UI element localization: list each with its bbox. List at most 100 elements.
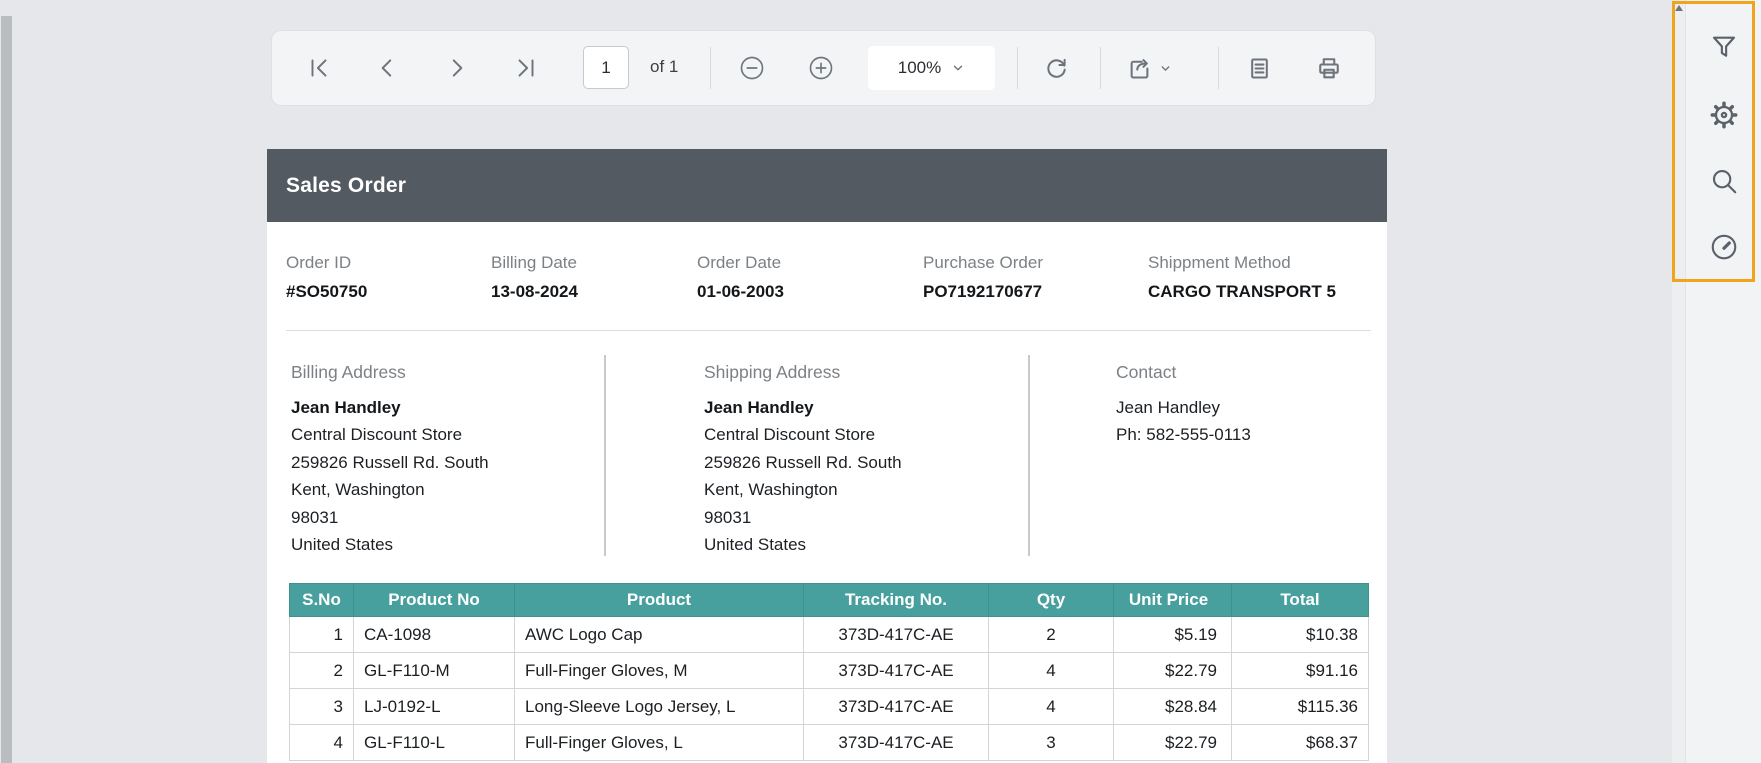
print-layout-button[interactable]: [1242, 51, 1276, 85]
field-label: Billing Date: [491, 253, 577, 272]
shipping-line: United States: [704, 535, 807, 555]
print-layout-icon: [1246, 55, 1273, 82]
cell-total: $91.16: [1231, 652, 1369, 689]
cell-unit-price: $5.19: [1113, 616, 1232, 653]
chevron-down-icon: [1159, 62, 1172, 75]
billing-line: United States: [291, 535, 394, 555]
shipping-address-block: Shipping Address Jean Handley Central Di…: [704, 360, 902, 558]
cell-unit-price: $22.79: [1113, 724, 1232, 761]
scrollbar-thumb[interactable]: [1, 16, 12, 763]
zoom-in-button[interactable]: [804, 51, 838, 85]
field-order-id: Order ID #SO50750: [286, 252, 367, 302]
cell-qty: 4: [988, 688, 1114, 725]
print-icon: [1315, 54, 1343, 82]
toolbar-divider: [1017, 47, 1018, 89]
shipping-address-label: Shipping Address: [704, 362, 841, 382]
zoom-level-dropdown[interactable]: 100%: [868, 46, 995, 90]
cell-unit-price: $28.84: [1113, 688, 1232, 725]
field-value: 01-06-2003: [697, 282, 784, 301]
cell-sno: 2: [289, 652, 354, 689]
search-icon: [1709, 166, 1739, 196]
cell-product: Full-Finger Gloves, M: [514, 652, 804, 689]
report-title-bar: Sales Order: [267, 149, 1387, 222]
contact-label: Contact: [1116, 362, 1177, 382]
section-divider: [286, 330, 1371, 331]
gear-icon: [1708, 99, 1740, 131]
parameters-filter-button[interactable]: [1704, 27, 1744, 67]
field-billing-date: Billing Date 13-08-2024: [491, 252, 578, 302]
page-count-label: of 1: [650, 57, 679, 76]
page-number-input[interactable]: [583, 46, 629, 89]
field-value: 13-08-2024: [491, 282, 578, 301]
zoom-out-icon: [738, 54, 766, 82]
billing-line: Kent, Washington: [291, 480, 425, 500]
billing-address-label: Billing Address: [291, 362, 406, 382]
cell-product: Long-Sleeve Logo Jersey, L: [514, 688, 804, 725]
previous-page-button[interactable]: [370, 51, 404, 85]
col-header-tracking: Tracking No.: [803, 583, 989, 617]
cell-total: $115.36: [1231, 688, 1369, 725]
gauge-icon: [1709, 232, 1739, 262]
shipping-line: Central Discount Store: [704, 425, 876, 445]
viewer-side-panel: [1685, 0, 1761, 763]
vertical-scrollbar[interactable]: [1672, 0, 1685, 763]
search-button[interactable]: [1704, 161, 1744, 201]
cell-total: $10.38: [1231, 616, 1369, 653]
cell-product-no: CA-1098: [353, 616, 515, 653]
col-header-sno: S.No: [289, 583, 354, 617]
field-label: Purchase Order: [923, 253, 1043, 272]
cell-sno: 1: [289, 616, 354, 653]
last-page-button[interactable]: [509, 51, 543, 85]
field-value: CARGO TRANSPORT 5: [1148, 282, 1336, 301]
col-header-total: Total: [1231, 583, 1369, 617]
cell-tracking: 373D-417C-AE: [803, 652, 989, 689]
cell-sno: 3: [289, 688, 354, 725]
first-page-button[interactable]: [302, 51, 336, 85]
field-label: Order ID: [286, 253, 352, 272]
field-order-date: Order Date 01-06-2003: [697, 252, 784, 302]
next-page-icon: [444, 55, 470, 81]
table-row: 3 LJ-0192-L Long-Sleeve Logo Jersey, L 3…: [289, 688, 1369, 725]
cell-qty: 3: [988, 724, 1114, 761]
shipping-line: 259826 Russell Rd. South: [704, 452, 902, 472]
settings-button[interactable]: [1704, 95, 1744, 135]
last-page-icon: [513, 55, 539, 81]
report-toolbar: of 1 100%: [272, 31, 1375, 105]
cell-qty: 4: [988, 652, 1114, 689]
next-page-button[interactable]: [440, 51, 474, 85]
previous-page-icon: [374, 55, 400, 81]
cell-tracking: 373D-417C-AE: [803, 616, 989, 653]
table-row: 2 GL-F110-M Full-Finger Gloves, M 373D-4…: [289, 652, 1369, 689]
field-purchase-order: Purchase Order PO7192170677: [923, 252, 1043, 302]
cell-total: $68.37: [1231, 724, 1369, 761]
billing-line: 259826 Russell Rd. South: [291, 452, 489, 472]
zoom-out-button[interactable]: [735, 51, 769, 85]
refresh-icon: [1043, 55, 1070, 82]
order-items-table: S.No Product No Product Tracking No. Qty…: [289, 583, 1369, 761]
cell-product-no: LJ-0192-L: [353, 688, 515, 725]
report-page: Sales Order Order ID #SO50750 Billing Da…: [267, 149, 1387, 763]
field-label: Order Date: [697, 253, 782, 272]
table-header-row: S.No Product No Product Tracking No. Qty…: [289, 583, 1369, 617]
export-button[interactable]: [1120, 51, 1178, 85]
cell-product: Full-Finger Gloves, L: [514, 724, 804, 761]
cell-tracking: 373D-417C-AE: [803, 688, 989, 725]
first-page-icon: [306, 55, 332, 81]
cell-sno: 4: [289, 724, 354, 761]
toolbar-divider: [1100, 47, 1101, 89]
performance-button[interactable]: [1704, 227, 1744, 267]
refresh-button[interactable]: [1039, 51, 1073, 85]
col-header-product-no: Product No: [353, 583, 515, 617]
toolbar-divider: [710, 47, 711, 89]
field-value: #SO50750: [286, 282, 368, 301]
col-header-product: Product: [514, 583, 804, 617]
scrollbar-up-arrow[interactable]: [1672, 0, 1685, 15]
address-divider: [604, 355, 606, 556]
print-button[interactable]: [1312, 51, 1346, 85]
billing-name: Jean Handley: [291, 398, 401, 417]
col-header-qty: Qty: [988, 583, 1114, 617]
filter-icon: [1709, 32, 1739, 62]
contact-line: Jean Handley: [1116, 398, 1220, 417]
cell-tracking: 373D-417C-AE: [803, 724, 989, 761]
cell-unit-price: $22.79: [1113, 652, 1232, 689]
